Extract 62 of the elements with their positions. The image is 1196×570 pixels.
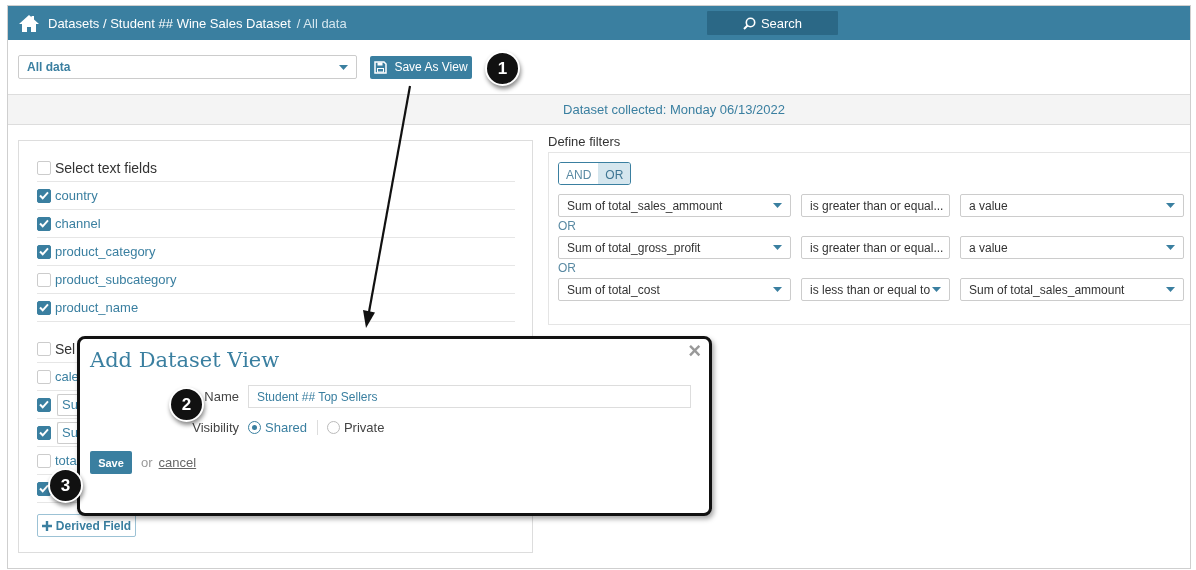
checkbox[interactable] bbox=[37, 397, 51, 412]
operator-dropdown[interactable]: is greater than or equal... bbox=[801, 236, 950, 259]
group-label: Select text fields bbox=[55, 159, 157, 176]
caret-icon bbox=[1166, 287, 1175, 292]
checkbox[interactable] bbox=[37, 481, 51, 496]
checkbox[interactable] bbox=[37, 216, 51, 231]
operator-dropdown[interactable]: is less than or equal to bbox=[801, 278, 950, 301]
field-dropdown[interactable]: Sum of total_cost bbox=[558, 278, 791, 301]
dialog-title: Add Dataset View bbox=[90, 348, 280, 372]
field-label: tota bbox=[55, 453, 77, 468]
field-dropdown[interactable]: Sum of total_sales_ammount bbox=[558, 194, 791, 217]
radio-label[interactable]: Private bbox=[343, 420, 385, 435]
field-label: product_subcategory bbox=[55, 272, 177, 287]
breadcrumb-link[interactable]: Datasets / Student ## Wine Sales Dataset bbox=[48, 15, 291, 31]
value-dropdown[interactable]: Sum of total_sales_ammount bbox=[960, 278, 1184, 301]
field-label: product_name bbox=[55, 300, 139, 315]
checkbox[interactable] bbox=[37, 272, 51, 287]
cancel-link[interactable]: cancel bbox=[158, 455, 197, 470]
value-dropdown[interactable]: a value bbox=[960, 194, 1184, 217]
checkbox[interactable] bbox=[37, 369, 51, 384]
save-as-view-button[interactable]: Save As View bbox=[370, 55, 472, 79]
field-label: channel bbox=[55, 216, 101, 231]
caret-icon bbox=[773, 203, 782, 208]
logic-toggle[interactable]: OR bbox=[598, 163, 631, 184]
view-dropdown[interactable]: All data bbox=[18, 55, 357, 79]
checkbox[interactable] bbox=[37, 188, 51, 203]
field-label: country bbox=[55, 188, 98, 203]
checkbox[interactable] bbox=[37, 160, 51, 175]
checkbox[interactable] bbox=[37, 453, 51, 468]
plus-icon bbox=[41, 520, 52, 531]
checkbox[interactable] bbox=[37, 300, 51, 315]
field-dropdown[interactable]: Sum of total_gross_profit bbox=[558, 236, 791, 259]
or-text: or bbox=[141, 455, 153, 470]
search-icon bbox=[742, 16, 756, 30]
joiner-label: OR bbox=[558, 261, 576, 276]
checkbox[interactable] bbox=[37, 425, 51, 440]
field-label: cale bbox=[55, 369, 79, 384]
save-button[interactable]: Save bbox=[90, 451, 132, 474]
name-label: Name bbox=[204, 389, 239, 404]
home-icon[interactable] bbox=[19, 14, 39, 32]
breadcrumb-current: / All data bbox=[296, 15, 347, 31]
radio-label[interactable]: Shared bbox=[265, 420, 307, 435]
name-field[interactable]: Student ## Top Sellers bbox=[248, 385, 691, 408]
caret-icon bbox=[773, 287, 782, 292]
caret-icon bbox=[339, 64, 348, 70]
derived-field-button[interactable]: Derived Field bbox=[37, 514, 136, 537]
field-label: product_category bbox=[55, 244, 156, 259]
caret-icon bbox=[1166, 245, 1175, 250]
search-button[interactable]: Search bbox=[707, 11, 838, 35]
joiner-label: OR bbox=[558, 219, 576, 234]
checkbox[interactable] bbox=[37, 244, 51, 259]
visibility-label: Visibility bbox=[192, 420, 239, 435]
checkbox[interactable] bbox=[37, 341, 51, 356]
caret-icon bbox=[1166, 203, 1175, 208]
operator-dropdown[interactable]: is greater than or equal... bbox=[801, 194, 950, 217]
collected-date: Dataset collected: Monday 06/13/2022 bbox=[563, 102, 785, 117]
caret-icon bbox=[932, 287, 941, 292]
group-label: Sel bbox=[55, 340, 76, 357]
step-callout-tooltip: 1 bbox=[485, 51, 520, 86]
filters-heading: Define filters bbox=[548, 134, 622, 151]
value-dropdown[interactable]: a value bbox=[960, 236, 1184, 259]
caret-icon bbox=[773, 245, 782, 250]
